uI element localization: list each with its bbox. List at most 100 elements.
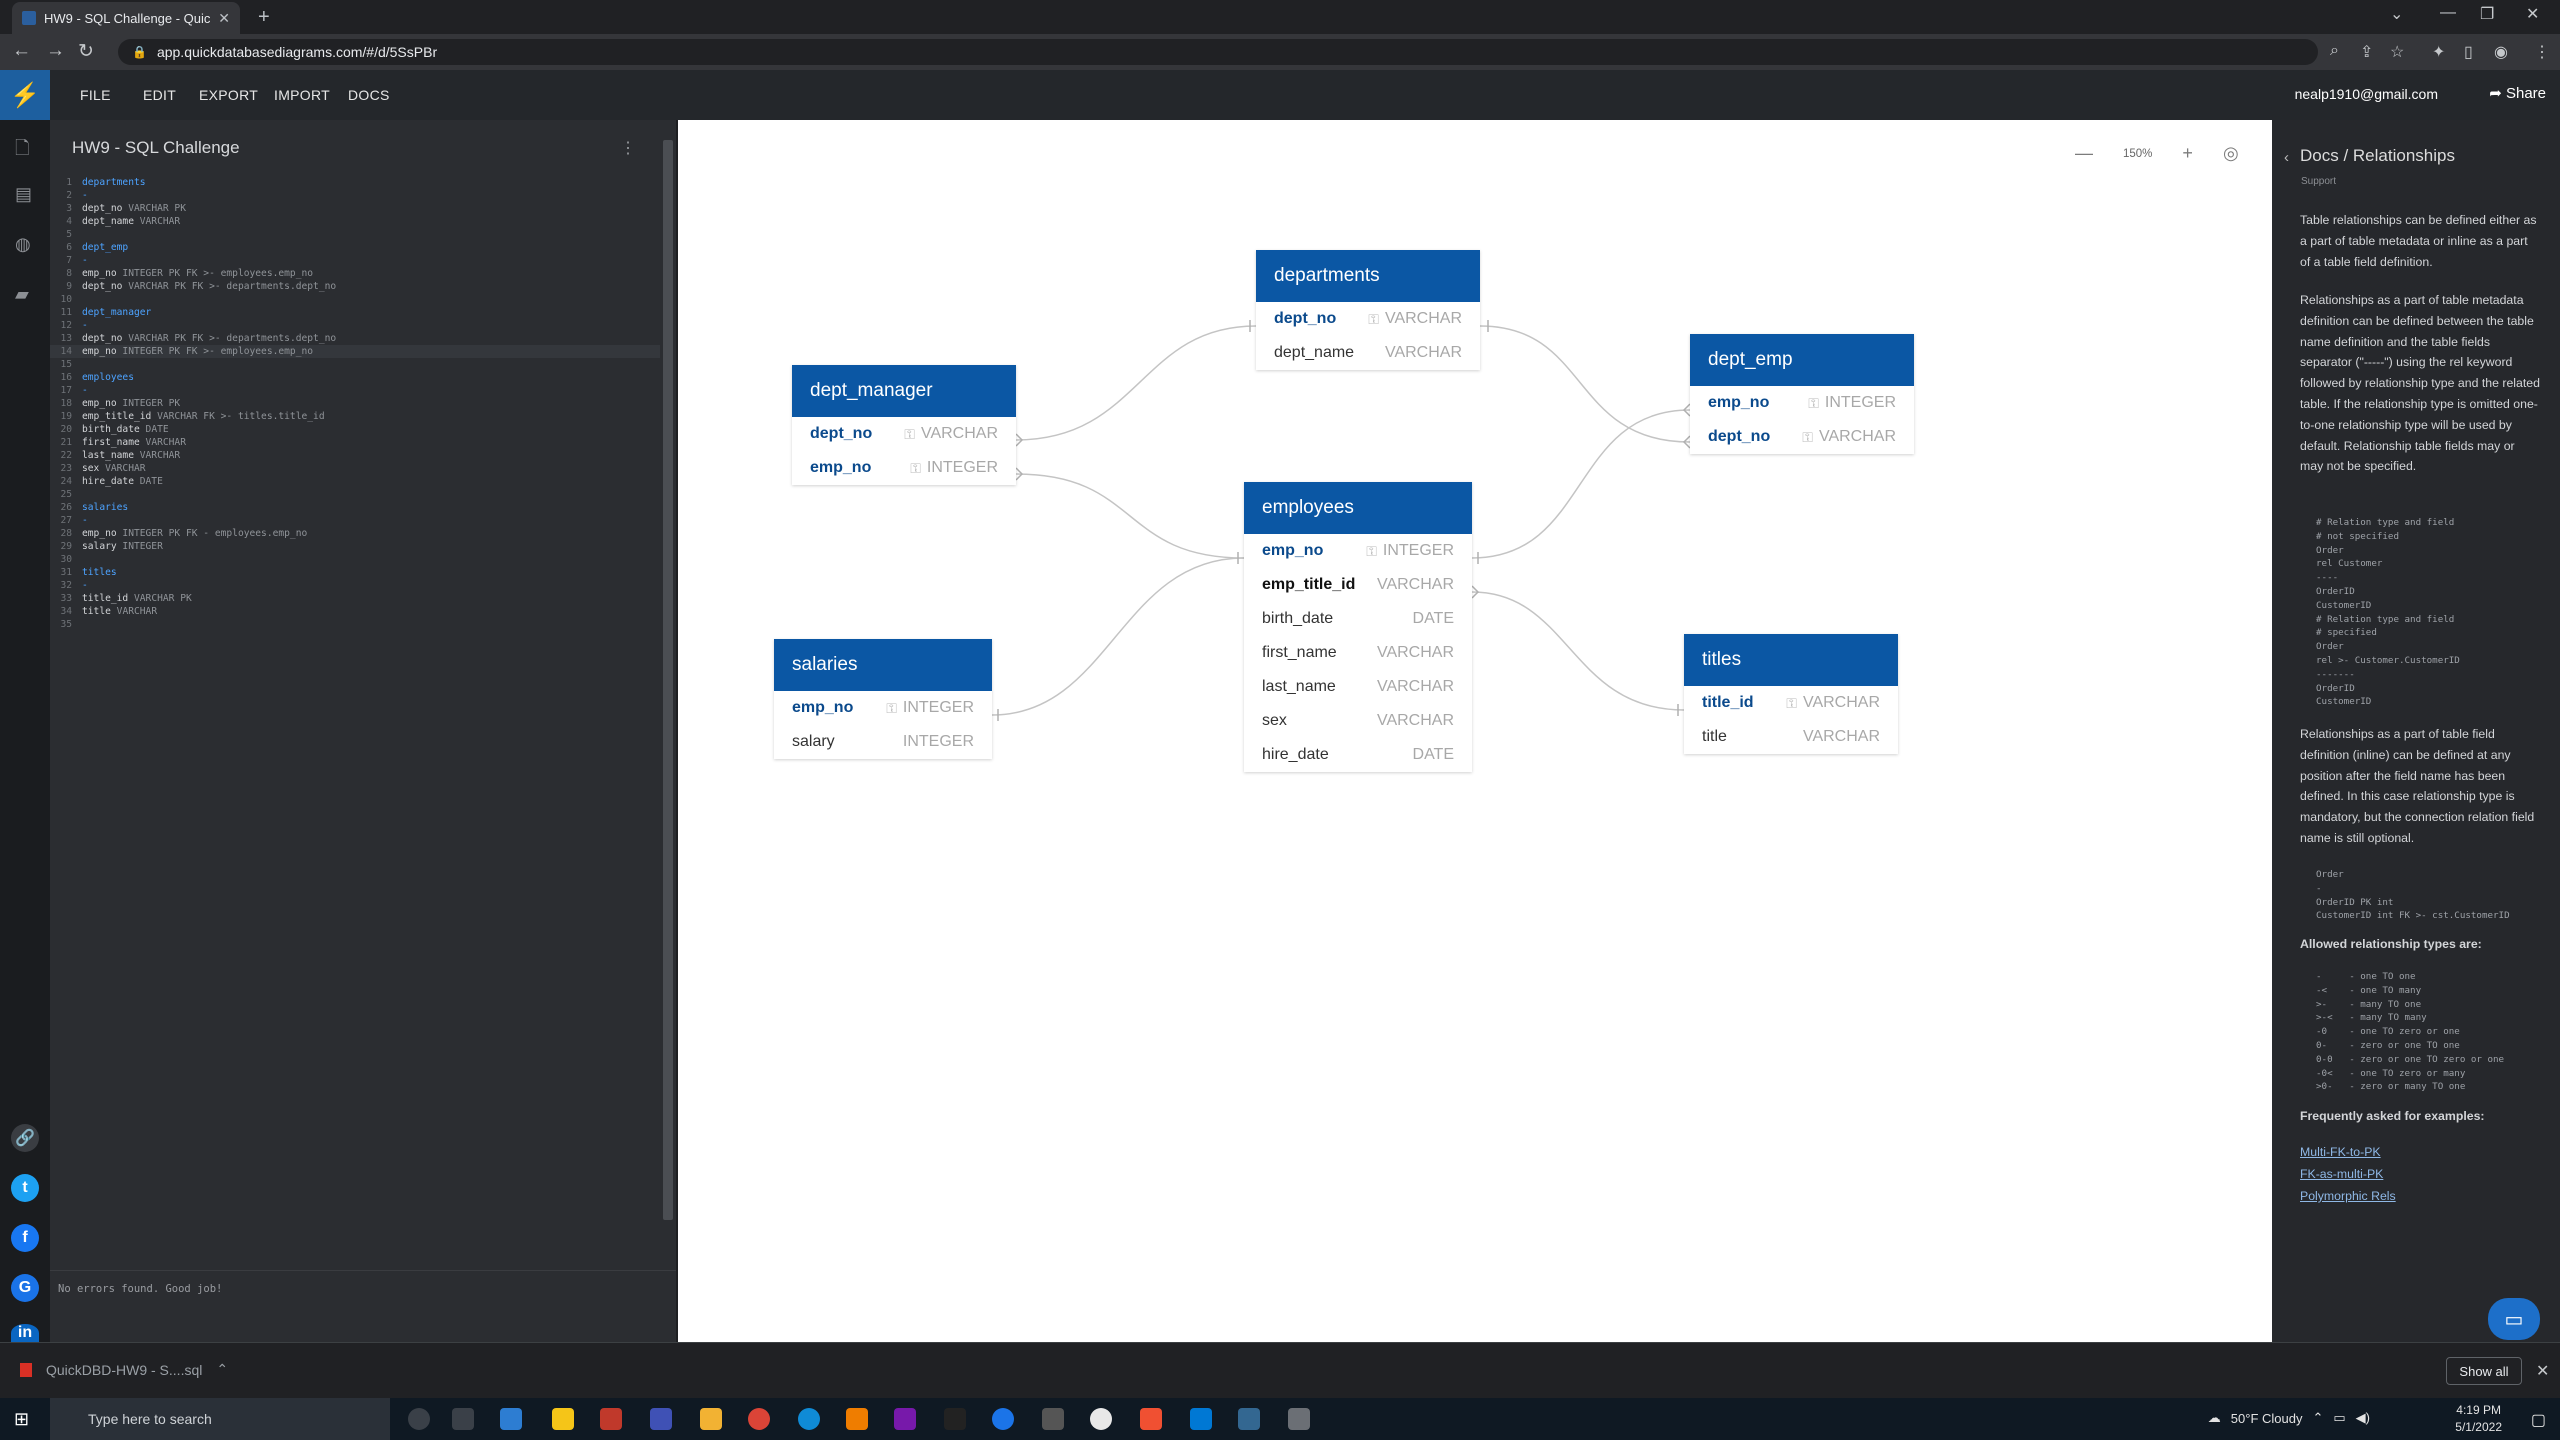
docs-link-multi-fk[interactable]: Multi-FK-to-PK (2300, 1142, 2381, 1163)
center-view-icon[interactable]: ◎ (2223, 143, 2239, 164)
tab-search-icon[interactable]: ⌄ (2390, 4, 2403, 24)
code-line[interactable]: 18 emp_no INTEGER PK (50, 397, 660, 410)
share-button[interactable]: ➦ Share (2489, 84, 2546, 102)
code-line[interactable]: 30 (50, 553, 660, 566)
windows-start-icon[interactable]: ⊞ (14, 1409, 29, 1430)
code-line[interactable]: 8 emp_no INTEGER PK FK >- employees.emp_n… (50, 267, 660, 280)
table-titles[interactable]: titles title_id ⚿ VARCHAR title VARCHAR (1684, 634, 1898, 754)
zoom-icon[interactable]: ⌕ (2330, 42, 2339, 60)
network-icon[interactable]: ▭ (2333, 1410, 2345, 1426)
back-chevron-icon[interactable]: ‹ (2284, 148, 2289, 169)
code-line[interactable]: 3 dept_no VARCHAR PK (50, 202, 660, 215)
extensions-icon[interactable]: ✦ (2432, 42, 2445, 62)
table-field-row[interactable]: title_id ⚿ VARCHAR (1684, 686, 1898, 720)
app-circle-icon[interactable] (992, 1408, 1014, 1430)
zoom-out-button[interactable]: — (2075, 143, 2093, 164)
save-app-icon[interactable] (650, 1408, 672, 1430)
code-line[interactable]: 27- (50, 514, 660, 527)
vlc-icon[interactable] (846, 1408, 868, 1430)
table-employees[interactable]: employees emp_no ⚿ INTEGER emp_title_id VARCH… (1244, 482, 1472, 772)
menu-import[interactable]: IMPORT (274, 87, 330, 103)
notification-icon[interactable]: ▢ (2531, 1410, 2546, 1430)
code-line[interactable]: 17- (50, 384, 660, 397)
edge-icon[interactable] (798, 1408, 820, 1430)
code-line[interactable]: 16 employees (50, 371, 660, 384)
code-line[interactable]: 21 first_name VARCHAR (50, 436, 660, 449)
code-line[interactable]: 32- (50, 579, 660, 592)
docs-link-fk-multi-pk[interactable]: FK-as-multi-PK (2300, 1164, 2383, 1185)
minimize-button[interactable]: — (2440, 4, 2456, 22)
store-icon[interactable] (500, 1408, 522, 1430)
taskbar-search[interactable]: Type here to search (50, 1398, 390, 1440)
close-download-bar-icon[interactable]: ✕ (2536, 1361, 2549, 1381)
chevron-up-icon[interactable]: ⌃ (216, 1361, 228, 1378)
bookmark-star-icon[interactable]: ☆ (2390, 42, 2404, 62)
code-line[interactable]: 28 emp_no INTEGER PK FK - employees.emp_n… (50, 527, 660, 540)
table-field-row[interactable]: dept_no ⚿ VARCHAR (1690, 420, 1914, 454)
code-line[interactable]: 22 last_name VARCHAR (50, 449, 660, 462)
cortana-icon[interactable] (408, 1408, 430, 1430)
docs-subtitle[interactable]: Support (2301, 172, 2336, 193)
code-line[interactable]: 31 titles (50, 566, 660, 579)
slack-icon[interactable] (1090, 1408, 1112, 1430)
link-icon[interactable]: 🔗 (11, 1124, 39, 1152)
code-line[interactable]: 35 (50, 618, 660, 631)
browser-tab[interactable]: HW9 - SQL Challenge - QuickDB ✕ (12, 2, 240, 34)
code-line[interactable]: 20 birth_date DATE (50, 423, 660, 436)
epic-games-icon[interactable] (944, 1408, 966, 1430)
download-item[interactable]: QuickDBD-HW9 - S....sql ⌃ (20, 1361, 228, 1378)
code-line[interactable]: 29 salary INTEGER (50, 540, 660, 553)
facebook-icon[interactable]: f (11, 1224, 39, 1252)
table-departments[interactable]: departments dept_no ⚿ VARCHAR dept_name VARCH… (1256, 250, 1480, 370)
code-line[interactable]: 4 dept_name VARCHAR (50, 215, 660, 228)
chat-bubble-icon[interactable]: ▰ (15, 284, 29, 305)
app-icon[interactable] (600, 1408, 622, 1430)
reload-button[interactable]: ↻ (78, 40, 94, 63)
folders-icon[interactable]: ▤ (15, 184, 32, 205)
user-email[interactable]: nealp1910@gmail.com (2295, 86, 2438, 102)
table-header[interactable]: dept_manager (792, 365, 1016, 417)
table-field-row[interactable]: emp_no ⚿ INTEGER (1690, 386, 1914, 420)
forward-button[interactable]: → (46, 40, 65, 62)
more-options-icon[interactable]: ⋮ (620, 138, 636, 158)
table-field-row[interactable]: hire_date DATE (1244, 738, 1472, 772)
close-window-button[interactable]: ✕ (2526, 4, 2539, 24)
code-line[interactable]: 10 (50, 293, 660, 306)
code-line[interactable]: 1 departments (50, 176, 660, 189)
code-line[interactable]: 15 (50, 358, 660, 371)
document-icon[interactable]: 🗋 (15, 136, 29, 166)
chrome-menu-icon[interactable]: ⋮ (2534, 42, 2550, 62)
new-tab-button[interactable]: + (258, 6, 270, 29)
table-header[interactable]: dept_emp (1690, 334, 1914, 386)
code-line[interactable]: 14 emp_no INTEGER PK FK >- employees.emp_… (50, 345, 660, 358)
app-notepad-icon[interactable] (1288, 1408, 1310, 1430)
pgadmin-icon[interactable] (1238, 1408, 1260, 1430)
close-tab-icon[interactable]: ✕ (218, 10, 230, 27)
zoom-in-button[interactable]: + (2182, 143, 2193, 164)
volume-icon[interactable]: ◀) (2356, 1410, 2370, 1426)
menu-docs[interactable]: DOCS (348, 87, 390, 103)
chrome-icon[interactable] (748, 1408, 770, 1430)
onenote-icon[interactable] (894, 1408, 916, 1430)
table-field-row[interactable]: first_name VARCHAR (1244, 636, 1472, 670)
table-field-row[interactable]: dept_no ⚿ VARCHAR (792, 417, 1016, 451)
table-field-row[interactable]: emp_no ⚿ INTEGER (1244, 534, 1472, 568)
google-icon[interactable]: G (11, 1274, 39, 1302)
account-icon[interactable]: ◍ (15, 234, 31, 255)
table-field-row[interactable]: emp_no ⚿ INTEGER (774, 691, 992, 725)
table-header[interactable]: salaries (774, 639, 992, 691)
table-field-row[interactable]: salary INTEGER (774, 725, 992, 759)
editor-scrollbar-thumb[interactable] (663, 140, 673, 1220)
table-field-row[interactable]: birth_date DATE (1244, 602, 1472, 636)
sticky-notes-icon[interactable] (552, 1408, 574, 1430)
weather-icon[interactable]: ☁ (2208, 1410, 2221, 1426)
table-header[interactable]: titles (1684, 634, 1898, 686)
code-line[interactable]: 2- (50, 189, 660, 202)
code-line[interactable]: 23 sex VARCHAR (50, 462, 660, 475)
file-explorer-icon[interactable] (700, 1408, 722, 1430)
share-page-icon[interactable]: ⇪ (2360, 42, 2373, 62)
table-salaries[interactable]: salaries emp_no ⚿ INTEGER salary INTEGER (774, 639, 992, 759)
table-field-row[interactable]: emp_no ⚿ INTEGER (792, 451, 1016, 485)
menu-export[interactable]: EXPORT (199, 87, 258, 103)
code-line[interactable]: 33 title_id VARCHAR PK (50, 592, 660, 605)
